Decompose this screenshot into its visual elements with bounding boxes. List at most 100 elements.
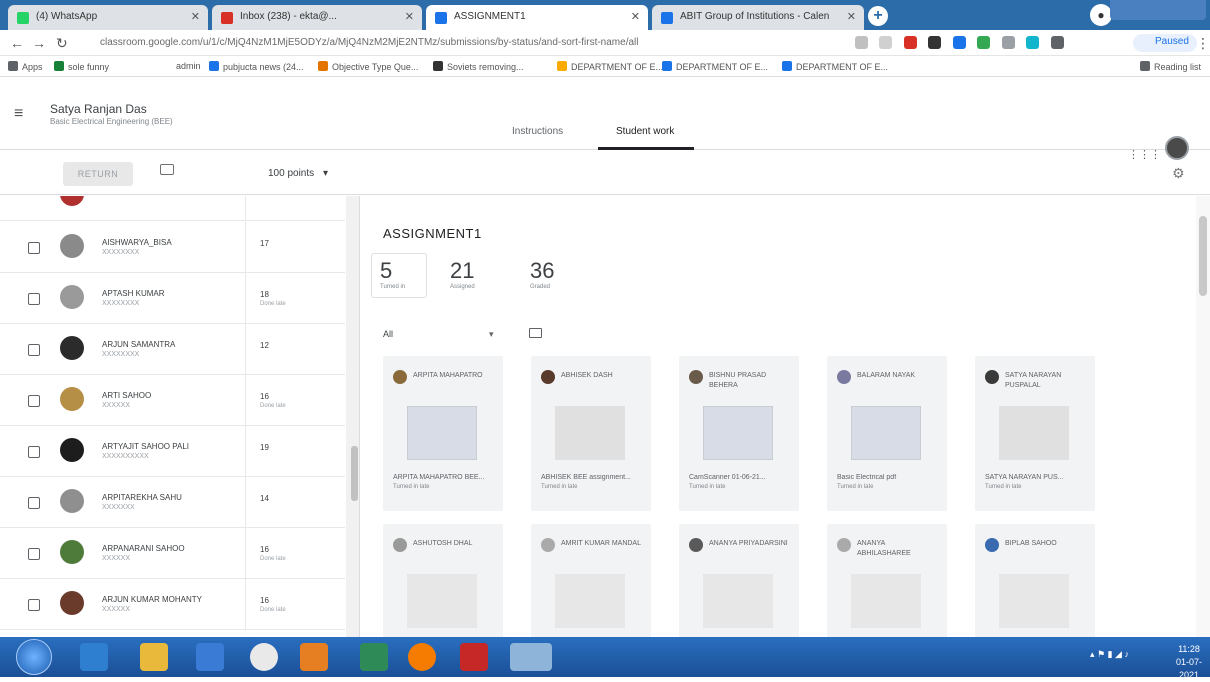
attachment-name[interactable]: ABHISEK BEE assignment...	[541, 474, 645, 481]
grade-value[interactable]: 16	[260, 596, 269, 605]
bookmark-item[interactable]: Objective Type Que...	[318, 61, 418, 72]
tab-gmail[interactable]: Inbox (238) - ekta@... ✕	[212, 5, 422, 30]
bookmark-item[interactable]: Soviets removing...	[433, 61, 524, 72]
window-controls[interactable]	[1110, 0, 1206, 20]
extension-red-icon[interactable]	[903, 36, 917, 49]
grade-value[interactable]: 16	[260, 392, 269, 401]
grade-value[interactable]: 12	[260, 341, 269, 350]
stat-assigned[interactable]: 21 Assigned	[441, 253, 501, 298]
profile-button[interactable]: Paused	[1133, 34, 1197, 52]
row-checkbox[interactable]	[28, 395, 40, 407]
submission-card[interactable]: ARPITA MAHAPATRO ARPITA MAHAPATRO BEE... T…	[383, 356, 503, 511]
powerpoint-icon[interactable]	[300, 643, 328, 671]
extension-gray-icon[interactable]	[1001, 36, 1015, 49]
close-icon[interactable]: ✕	[847, 10, 856, 23]
row-checkbox[interactable]	[28, 344, 40, 356]
url-field[interactable]: classroom.google.com/u/1/c/MjQ4NzM1MjE5O…	[86, 34, 846, 52]
table-row[interactable]: ARJUN KUMAR MOHANTY XXXXXX 16 Done late	[0, 579, 345, 630]
forward-icon[interactable]: →	[32, 35, 46, 51]
chevron-down-icon[interactable]: ▾	[489, 329, 494, 340]
table-row[interactable]: ARTYAJIT SAHOO PALI XXXXXXXXXX 19	[0, 426, 345, 477]
submission-card[interactable]: BALARAM NAYAK Basic Electrical pdf Turned …	[827, 356, 947, 511]
folder-icon[interactable]	[529, 328, 542, 338]
row-checkbox[interactable]	[28, 293, 40, 305]
extension-blue-icon[interactable]	[952, 36, 966, 49]
excel-icon[interactable]	[360, 643, 388, 671]
table-row[interactable]: ARPITAREKHA SAHU XXXXXXX 14	[0, 477, 345, 528]
attachment-thumbnail[interactable]	[407, 406, 477, 460]
reload-icon[interactable]: ↻	[56, 35, 68, 52]
bookmark-item[interactable]: DEPARTMENT OF E...	[557, 61, 663, 72]
row-checkbox[interactable]	[28, 599, 40, 611]
gear-icon[interactable]: ⚙	[1172, 165, 1185, 182]
close-icon[interactable]: ✕	[631, 10, 640, 23]
row-checkbox[interactable]	[28, 497, 40, 509]
attachment-name[interactable]: SATYA NARAYAN PUS...	[985, 474, 1089, 481]
stat-graded[interactable]: 36 Graded	[521, 253, 581, 298]
submission-card[interactable]: BIPLAB SAHOONo attachmentsMissing	[975, 524, 1095, 637]
bookmark-item[interactable]: DEPARTMENT OF E...	[782, 61, 888, 72]
close-icon[interactable]: ✕	[191, 10, 200, 23]
hamburger-menu-icon[interactable]: ≡	[14, 105, 23, 123]
ie-icon[interactable]	[80, 643, 108, 671]
left-scrollbar-thumb[interactable]	[351, 446, 358, 501]
new-tab-button[interactable]: +	[868, 6, 888, 26]
tab-assignment[interactable]: ASSIGNMENT1 ✕	[426, 5, 648, 30]
tab-instructions[interactable]: Instructions	[512, 126, 563, 137]
bookmark-item[interactable]: pubjucta news (24...	[209, 61, 304, 72]
account-icon[interactable]: ●	[1090, 4, 1112, 26]
table-row[interactable]: AISHWARYA_BISA XXXXXXXX 17	[0, 222, 345, 273]
attachment-thumbnail[interactable]	[999, 574, 1069, 628]
return-button[interactable]: RETURN	[63, 162, 133, 186]
table-row[interactable]: ARTI SAHOO XXXXXX 16 Done late	[0, 375, 345, 426]
tab-whatsapp[interactable]: (4) WhatsApp ✕	[8, 5, 208, 30]
attachment-thumbnail[interactable]	[555, 574, 625, 628]
tab-student-work[interactable]: Student work	[616, 126, 674, 137]
stat-turned-in[interactable]: 5 Turned in	[371, 253, 427, 298]
media-player-icon[interactable]	[196, 643, 224, 671]
extension-green-icon[interactable]	[977, 36, 991, 49]
close-icon[interactable]: ✕	[405, 10, 414, 23]
reading-list[interactable]: Reading list	[1140, 61, 1201, 72]
clock[interactable]: 11:28 01-07-2021	[1168, 643, 1210, 682]
attachment-name[interactable]: Basic Electrical pdf	[837, 474, 941, 481]
back-icon[interactable]: ←	[10, 35, 24, 51]
course-title[interactable]: Satya Ranjan Das	[50, 102, 147, 116]
submission-card[interactable]: SATYA NARAYAN PUSPALAL SATYA NARAYAN PUS.…	[975, 356, 1095, 511]
row-checkbox[interactable]	[28, 242, 40, 254]
table-row[interactable]: ARJUN SAMANTRA XXXXXXXX 12	[0, 324, 345, 375]
submission-card[interactable]: BISHNU PRASAD BEHERA CamScanner 01-06-21.…	[679, 356, 799, 511]
file-explorer-icon[interactable]	[140, 643, 168, 671]
system-tray[interactable]: ▴ ⚑ ▮ ◢ ♪	[1090, 649, 1129, 660]
table-row[interactable]	[0, 196, 345, 221]
email-icon[interactable]	[160, 164, 174, 175]
table-row[interactable]: APTASH KUMAR XXXXXXXX 18 Done late	[0, 273, 345, 324]
submission-card[interactable]: ABHISEK DASH ABHISEK BEE assignment... Tur…	[531, 356, 651, 511]
attachment-thumbnail[interactable]	[703, 574, 773, 628]
grade-value[interactable]: 19	[260, 443, 269, 452]
acrobat-icon[interactable]	[460, 643, 488, 671]
attachment-name[interactable]: ARPITA MAHAPATRO BEE...	[393, 474, 497, 481]
submission-card[interactable]: ASHUTOSH DHALNo attachments	[383, 524, 503, 637]
active-window-icon[interactable]	[510, 643, 552, 671]
bookmark-item[interactable]: DEPARTMENT OF E...	[662, 61, 768, 72]
right-scrollbar-thumb[interactable]	[1199, 216, 1207, 296]
attachment-thumbnail[interactable]	[851, 574, 921, 628]
firefox-icon[interactable]	[408, 643, 436, 671]
grade-value[interactable]: 16	[260, 545, 269, 554]
grade-value[interactable]: 17	[260, 239, 269, 248]
start-button[interactable]	[16, 639, 52, 675]
attachment-thumbnail[interactable]	[703, 406, 773, 460]
more-vert-icon[interactable]: ⋮	[1196, 35, 1210, 52]
extension-teal-icon[interactable]	[1026, 36, 1040, 49]
search-icon[interactable]	[855, 36, 868, 49]
attachment-thumbnail[interactable]	[407, 574, 477, 628]
points-dropdown[interactable]: 100 points ▾	[268, 168, 328, 179]
submission-card[interactable]: ANANYA ABHILASHAREENo attachments	[827, 524, 947, 637]
attachment-name[interactable]: CamScanner 01-06-21...	[689, 474, 793, 481]
submission-card[interactable]: AMRIT KUMAR MANDALNo attachments	[531, 524, 651, 637]
row-checkbox[interactable]	[28, 548, 40, 560]
star-icon[interactable]	[879, 36, 893, 49]
left-scrollbar[interactable]	[346, 196, 359, 637]
submission-card[interactable]: ANANYA PRIYADARSININo attachments	[679, 524, 799, 637]
